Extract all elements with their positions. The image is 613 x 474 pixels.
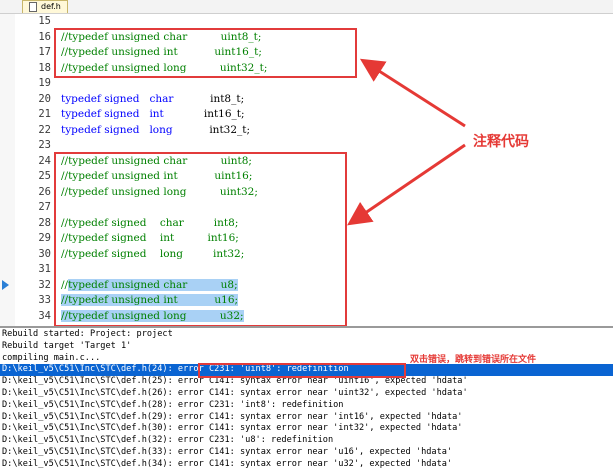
line-number: 33	[38, 294, 51, 306]
line-number: 21	[38, 108, 51, 120]
line-number: 15	[38, 15, 51, 27]
error-highlight-box	[198, 363, 406, 378]
code-line[interactable]: typedef signed char int8_t;	[61, 92, 244, 108]
output-line[interactable]: D:\keil_v5\C51\Inc\STC\def.h(33): error …	[2, 447, 613, 459]
code-line[interactable]: typedef signed int int16_t;	[61, 107, 245, 123]
code-line[interactable]: typedef signed long int32_t;	[61, 123, 250, 139]
comment-box-bottom	[54, 152, 347, 327]
code-editor[interactable]: 15 16//typedef unsigned char uint8_t; 17//…	[0, 14, 613, 327]
line-number: 16	[38, 30, 51, 43]
output-line[interactable]: D:\keil_v5\C51\Inc\STC\def.h(30): error …	[2, 423, 613, 435]
code-token: typedef signed	[61, 108, 150, 120]
tab-def-h[interactable]: def.h	[22, 0, 68, 13]
current-line-marker-icon	[2, 280, 9, 290]
line-number: 30	[38, 247, 51, 260]
line-number: 32	[38, 278, 51, 291]
line-number: 17	[38, 46, 51, 58]
build-output-panel[interactable]: Rebuild started: Project: project Rebuild…	[0, 326, 613, 474]
tab-bar: def.h	[0, 0, 613, 14]
line-number: 27	[38, 201, 51, 213]
output-line[interactable]: Rebuild started: Project: project	[2, 329, 613, 341]
line-number: 25	[38, 170, 51, 182]
line-number: 24	[38, 154, 51, 167]
code-token: typedef signed	[61, 92, 150, 105]
file-icon	[29, 2, 37, 12]
line-number: 22	[38, 123, 51, 136]
output-line[interactable]: D:\keil_v5\C51\Inc\STC\def.h(26): error …	[2, 388, 613, 400]
code-token: int	[149, 108, 164, 120]
output-line[interactable]: D:\keil_v5\C51\Inc\STC\def.h(29): error …	[2, 412, 613, 424]
code-token: typedef signed	[61, 123, 150, 136]
tab-label: def.h	[41, 2, 61, 11]
line-number: 28	[38, 216, 51, 229]
line-number: 26	[38, 185, 51, 198]
code-token: int32_t;	[172, 123, 251, 136]
output-line[interactable]: D:\keil_v5\C51\Inc\STC\def.h(28): error …	[2, 400, 613, 412]
code-token: long	[149, 123, 173, 136]
annotation-double-click: 双击错误，跳转到错误所在文件	[410, 355, 537, 365]
line-number: 23	[38, 139, 51, 151]
comment-box-top	[54, 28, 357, 78]
code-token: int16_t;	[163, 108, 245, 120]
line-number: 31	[38, 263, 51, 275]
output-line[interactable]: D:\keil_v5\C51\Inc\STC\def.h(34): error …	[2, 459, 613, 471]
line-number: 18	[38, 61, 51, 74]
annotation-comment-code: 注释代码	[473, 134, 529, 150]
line-number: 34	[38, 309, 51, 322]
line-number: 20	[38, 92, 51, 105]
output-line[interactable]: Rebuild target 'Target 1'	[2, 341, 613, 353]
code-token: int8_t;	[173, 92, 245, 105]
code-token: char	[149, 92, 174, 105]
output-line[interactable]: D:\keil_v5\C51\Inc\STC\def.h(32): error …	[2, 435, 613, 447]
line-number: 29	[38, 232, 51, 244]
line-number: 19	[38, 77, 51, 89]
